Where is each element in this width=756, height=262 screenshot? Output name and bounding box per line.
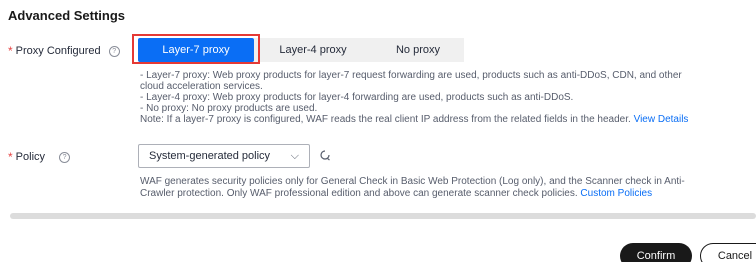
- proxy-option-none[interactable]: No proxy: [372, 38, 464, 62]
- policy-desc-line2: Crawler protection. Only WAF professiona…: [140, 188, 740, 200]
- policy-label-row: * Policy ?: [8, 150, 71, 164]
- proxy-configured-label-row: * Proxy Configured ?: [8, 44, 120, 58]
- proxy-desc-line: - No proxy: No proxy products are used.: [140, 103, 318, 114]
- confirm-button[interactable]: Confirm: [620, 243, 692, 262]
- proxy-note: Note: If a layer-7 proxy is configured, …: [140, 114, 740, 125]
- question-circle-icon[interactable]: ?: [59, 151, 71, 163]
- policy-desc-text: Crawler protection. Only WAF professiona…: [140, 188, 578, 199]
- proxy-note-text: Note: If a layer-7 proxy is configured, …: [140, 114, 631, 125]
- custom-policies-link[interactable]: Custom Policies: [580, 188, 652, 199]
- proxy-desc-line: cloud acceleration services.: [140, 81, 263, 92]
- policy-select[interactable]: System-generated policy ⌵: [138, 144, 310, 168]
- view-details-link[interactable]: View Details: [634, 114, 689, 125]
- proxy-desc-line: - Layer-4 proxy: Web proxy products for …: [140, 92, 574, 103]
- advanced-settings-panel: Advanced Settings * Proxy Configured ? L…: [0, 0, 756, 262]
- required-asterisk: *: [8, 150, 13, 164]
- cancel-button[interactable]: Cancel: [700, 243, 756, 262]
- proxy-desc-line: - Layer-7 proxy: Web proxy products for …: [140, 70, 682, 81]
- proxy-description: - Layer-7 proxy: Web proxy products for …: [140, 70, 740, 125]
- selection-highlight-box: [132, 34, 260, 64]
- chevron-down-icon: ⌵: [290, 150, 299, 162]
- section-title: Advanced Settings: [8, 8, 126, 23]
- refresh-icon[interactable]: [318, 148, 332, 162]
- policy-select-value: System-generated policy: [149, 150, 271, 162]
- policy-label: Policy: [15, 151, 46, 163]
- horizontal-scrollbar[interactable]: [10, 213, 756, 219]
- proxy-option-layer4[interactable]: Layer-4 proxy: [254, 38, 372, 62]
- policy-description: WAF generates security policies only for…: [140, 176, 740, 200]
- question-circle-icon[interactable]: ?: [108, 45, 120, 57]
- proxy-configured-label: Proxy Configured: [15, 45, 101, 57]
- policy-desc-line: WAF generates security policies only for…: [140, 176, 685, 187]
- required-asterisk: *: [8, 44, 13, 58]
